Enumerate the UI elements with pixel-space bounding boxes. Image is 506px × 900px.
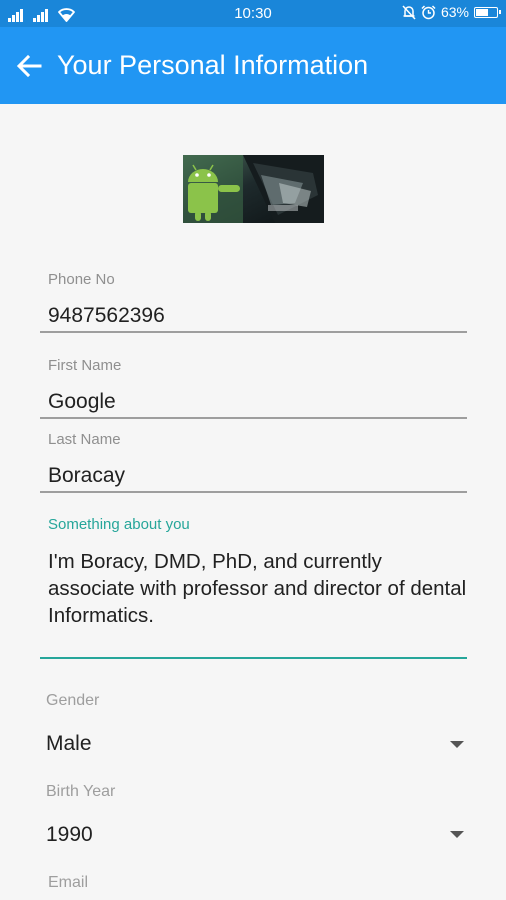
status-right: 63% — [402, 4, 501, 20]
status-bar: 10:30 63% — [0, 0, 506, 27]
last-name-input[interactable]: Boracay — [48, 464, 125, 488]
last-name-underline — [40, 491, 467, 493]
phone-input[interactable]: 9487562396 — [48, 304, 165, 328]
battery-icon — [474, 6, 501, 18]
battery-percent: 63% — [440, 4, 469, 20]
gender-dropdown-arrow-icon[interactable] — [450, 741, 464, 748]
app-toolbar: Your Personal Information — [0, 27, 506, 104]
birth-year-label: Birth Year — [46, 783, 116, 800]
about-underline — [40, 657, 467, 659]
alarm-off-icon — [402, 4, 416, 20]
first-name-underline — [40, 417, 467, 419]
back-arrow-icon[interactable] — [14, 51, 44, 81]
profile-image[interactable] — [183, 155, 324, 223]
first-name-label: First Name — [48, 357, 122, 374]
phone-label: Phone No — [48, 271, 115, 288]
birth-year-dropdown[interactable] — [40, 813, 467, 859]
first-name-input[interactable]: Google — [48, 390, 116, 414]
birth-year-dropdown-arrow-icon[interactable] — [450, 831, 464, 838]
birth-year-value: 1990 — [46, 823, 93, 846]
alarm-clock-icon — [421, 4, 436, 19]
phone-underline — [40, 331, 467, 333]
gender-dropdown[interactable] — [40, 722, 467, 768]
email-label: Email — [48, 874, 89, 891]
about-label: Something about you — [48, 516, 190, 533]
about-textarea[interactable]: I'm Boracy, DMD, PhD, and currently asso… — [48, 548, 468, 629]
android-robot-photo-icon — [183, 155, 324, 223]
gender-label: Gender — [46, 692, 100, 709]
last-name-label: Last Name — [48, 431, 121, 448]
page-title: Your Personal Information — [57, 50, 369, 80]
gender-value: Male — [46, 732, 92, 755]
